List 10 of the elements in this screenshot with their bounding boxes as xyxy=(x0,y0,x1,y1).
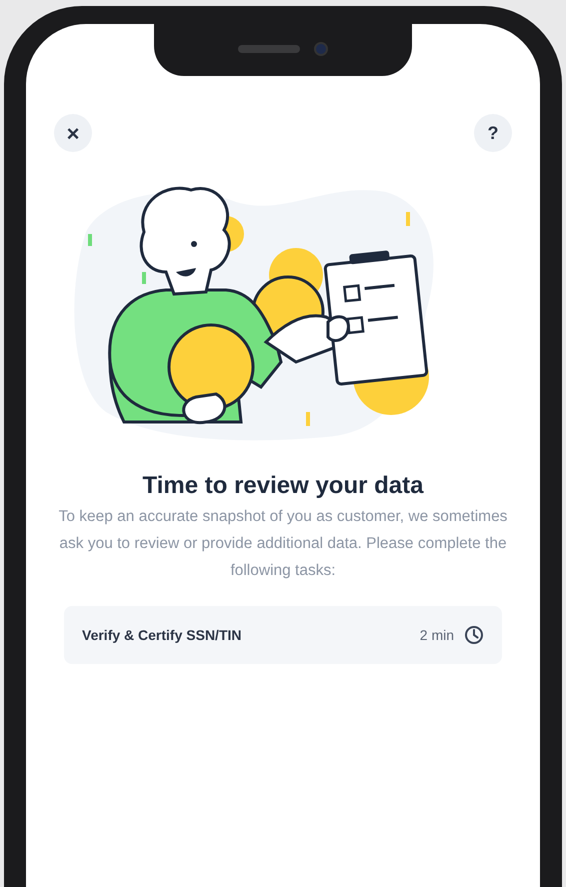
description-text: To keep an accurate snapshot of you as customer, we sometimes ask you to review or provide additional data. Please complete the following tasks: xyxy=(58,507,508,581)
task-item[interactable]: Verify & Certify SSN/TIN 2 min xyxy=(64,606,502,664)
task-duration: 2 min xyxy=(420,626,454,644)
task-label: Verify & Certify SSN/TIN xyxy=(82,626,242,645)
clock-icon xyxy=(464,625,484,645)
close-button[interactable]: × xyxy=(54,114,92,152)
speaker-grille xyxy=(238,45,300,53)
page-title: Time to review your data xyxy=(142,471,425,501)
help-button[interactable]: ? xyxy=(474,114,512,152)
camera-lens xyxy=(314,42,328,56)
